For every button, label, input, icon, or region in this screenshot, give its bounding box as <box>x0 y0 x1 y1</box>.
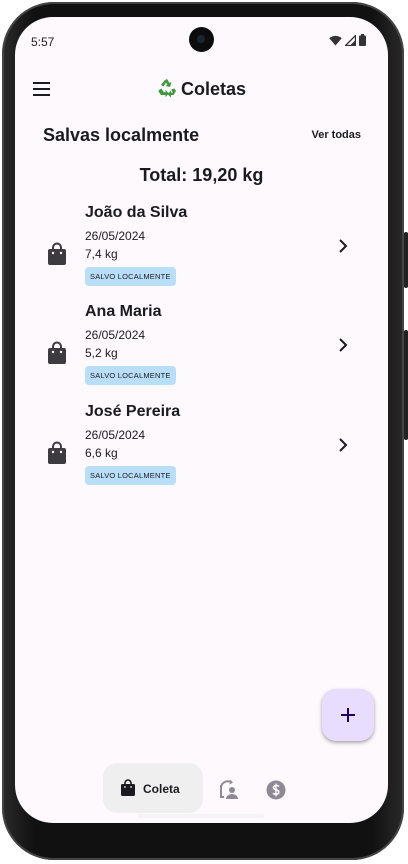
home-indicator[interactable] <box>138 814 264 818</box>
battery-icon <box>359 34 366 46</box>
front-camera <box>189 27 214 52</box>
collection-name: Ana Maria <box>85 303 162 320</box>
device-frame: 5:57 Coletas Salvas localmente Ver todas… <box>0 0 408 864</box>
saved-locally-badge: SALVO LOCALMENTE <box>85 366 176 385</box>
nav-item-exchange[interactable] <box>218 779 240 801</box>
dollar-coin-icon <box>266 780 286 800</box>
wifi-icon <box>329 35 342 45</box>
recycle-exchange-icon <box>220 779 238 799</box>
volume-button <box>404 232 408 288</box>
saved-locally-badge: SALVO LOCALMENTE <box>85 267 176 286</box>
section-title: Salvas localmente <box>43 125 200 145</box>
collection-weight: 6,6 kg <box>85 446 118 460</box>
collection-list-item[interactable]: Ana Maria 26/05/2024 5,2 kg SALVO LOCALM… <box>15 303 388 399</box>
collection-date: 26/05/2024 <box>85 328 146 342</box>
shopping-bag-icon <box>48 242 66 265</box>
chevron-right-icon <box>339 438 348 452</box>
app-screen: 5:57 Coletas Salvas localmente Ver todas… <box>15 17 388 823</box>
add-collection-button[interactable] <box>322 689 374 741</box>
collection-weight: 5,2 kg <box>85 346 118 360</box>
collection-weight: 7,4 kg <box>85 247 118 261</box>
chevron-right-icon <box>339 338 348 352</box>
status-time: 5:57 <box>31 35 55 49</box>
see-all-button[interactable]: Ver todas <box>311 129 361 141</box>
bottom-navigation: Coleta <box>15 755 388 823</box>
saved-locally-badge: SALVO LOCALMENTE <box>85 466 176 485</box>
plus-icon <box>341 708 355 722</box>
collection-date: 26/05/2024 <box>85 229 146 243</box>
recycle-icon <box>158 79 176 98</box>
chevron-right-icon <box>339 239 348 253</box>
collection-name: João da Silva <box>85 204 188 221</box>
collection-name: José Pereira <box>85 403 181 420</box>
shopping-bag-icon <box>48 441 66 464</box>
app-title-text: Coletas <box>180 79 247 99</box>
nav-item-label: Coleta <box>143 782 180 796</box>
status-bar: 5:57 <box>15 17 388 63</box>
collection-list-item[interactable]: José Pereira 26/05/2024 6,6 kg SALVO LOC… <box>15 403 388 499</box>
total-weight: Total: 19,20 kg <box>139 165 264 185</box>
power-button <box>404 330 408 440</box>
app-title: Coletas <box>15 78 388 100</box>
nav-item-coleta[interactable]: Coleta <box>103 763 203 813</box>
signal-icon <box>345 34 356 46</box>
shopping-bag-icon <box>121 779 135 796</box>
nav-item-payments[interactable] <box>265 779 287 801</box>
status-icons <box>329 34 366 46</box>
collection-date: 26/05/2024 <box>85 428 146 442</box>
app-bar: Coletas <box>15 69 388 109</box>
collection-list-item[interactable]: João da Silva 26/05/2024 7,4 kg SALVO LO… <box>15 204 388 300</box>
shopping-bag-icon <box>48 341 66 364</box>
